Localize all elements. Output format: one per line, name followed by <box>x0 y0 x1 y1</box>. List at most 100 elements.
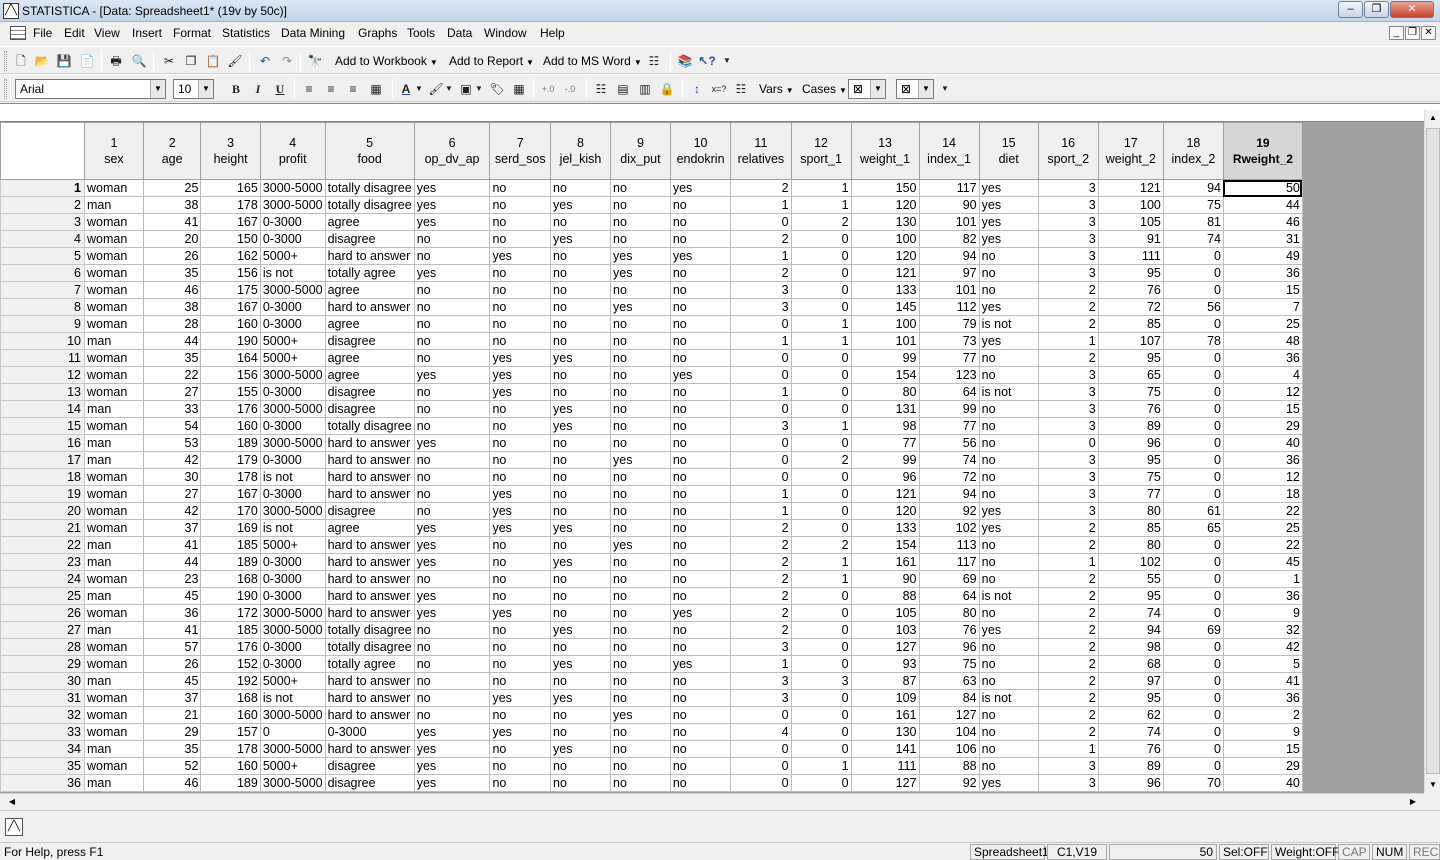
data-cell[interactable]: 2 <box>730 570 792 588</box>
all-specs-icon[interactable]: ▤ <box>614 80 632 98</box>
data-cell[interactable]: woman <box>83 468 144 486</box>
data-cell[interactable]: 0 <box>790 502 852 520</box>
data-cell[interactable]: 1 <box>790 757 852 775</box>
data-cell[interactable]: 3000-5000 <box>259 604 326 622</box>
data-cell[interactable]: no <box>669 638 732 656</box>
data-cell[interactable]: no <box>978 281 1039 299</box>
data-cell[interactable]: 0-3000 <box>259 230 326 248</box>
menu-help[interactable]: Help <box>540 26 565 40</box>
data-cell[interactable]: 87 <box>850 672 920 690</box>
data-cell[interactable]: 46 <box>142 774 202 792</box>
data-cell[interactable]: woman <box>83 298 144 316</box>
mdi-restore-button[interactable]: ❐ <box>1405 26 1420 40</box>
data-cell[interactable]: 45 <box>142 587 202 605</box>
data-cell[interactable]: no <box>550 723 611 741</box>
data-cell[interactable]: no <box>978 366 1039 384</box>
row-header[interactable]: 13 <box>0 383 85 401</box>
data-cell[interactable]: 75 <box>1097 468 1164 486</box>
data-cell[interactable]: 3 <box>730 638 792 656</box>
data-cell[interactable]: yes <box>550 349 611 367</box>
row-header[interactable]: 20 <box>0 502 85 520</box>
data-cell[interactable]: no <box>413 383 491 401</box>
row-header[interactable]: 30 <box>0 672 85 690</box>
data-cell[interactable]: no <box>610 281 671 299</box>
corner-cell[interactable] <box>0 122 85 180</box>
data-cell[interactable]: 95 <box>1097 264 1164 282</box>
data-cell[interactable]: yes <box>978 213 1039 231</box>
data-cell[interactable]: 127 <box>850 774 920 792</box>
column-header-19[interactable]: 19 Rweight_2 <box>1222 122 1303 180</box>
data-cell[interactable]: no <box>489 740 552 758</box>
data-cell[interactable]: 0 <box>790 621 852 639</box>
data-cell[interactable]: 117 <box>918 179 980 197</box>
data-cell[interactable]: 7 <box>1222 298 1303 316</box>
column-header-13[interactable]: 13 weight_1 <box>850 122 920 180</box>
data-cell[interactable]: 62 <box>1097 706 1164 724</box>
data-cell[interactable]: 3 <box>1037 213 1099 231</box>
data-cell[interactable]: yes <box>550 417 611 435</box>
data-cell[interactable]: woman <box>83 281 144 299</box>
data-cell[interactable]: hard to answer <box>324 587 415 605</box>
data-cell[interactable]: disagree <box>324 774 415 792</box>
data-cell[interactable]: 2 <box>730 587 792 605</box>
data-cell[interactable]: 69 <box>1162 621 1224 639</box>
data-cell[interactable]: 89 <box>1097 417 1164 435</box>
data-cell[interactable]: woman <box>83 417 144 435</box>
data-cell[interactable]: totally disagree <box>324 179 415 197</box>
data-cell[interactable]: 1 <box>1222 570 1303 588</box>
data-cell[interactable]: 0 <box>1162 264 1224 282</box>
data-cell[interactable]: 35 <box>142 349 202 367</box>
fill-color-icon[interactable]: 🖌 <box>427 80 445 98</box>
chevron-down-icon[interactable]: ▼ <box>444 80 454 98</box>
data-cell[interactable]: hard to answer <box>324 451 415 469</box>
data-cell[interactable]: 111 <box>850 757 920 775</box>
data-cell[interactable]: no <box>978 536 1039 554</box>
data-cell[interactable]: 1 <box>790 417 852 435</box>
data-cell[interactable]: 97 <box>1097 672 1164 690</box>
data-cell[interactable]: 157 <box>200 723 261 741</box>
data-cell[interactable]: yes <box>489 723 552 741</box>
data-cell[interactable]: no <box>489 264 552 282</box>
minimize-button[interactable]: – <box>1338 1 1363 18</box>
data-cell[interactable]: is not <box>978 689 1039 707</box>
data-cell[interactable]: yes <box>489 519 552 537</box>
data-cell[interactable]: 3 <box>1037 400 1099 418</box>
menu-window[interactable]: Window <box>484 26 527 40</box>
data-cell[interactable]: yes <box>413 366 491 384</box>
data-cell[interactable]: no <box>489 536 552 554</box>
data-cell[interactable]: 37 <box>142 689 202 707</box>
data-cell[interactable]: 0 <box>790 689 852 707</box>
data-cell[interactable]: 0 <box>790 400 852 418</box>
data-cell[interactable]: no <box>489 196 552 214</box>
data-cell[interactable]: 96 <box>1097 774 1164 792</box>
data-cell[interactable]: hard to answer <box>324 247 415 265</box>
data-cell[interactable]: no <box>669 536 732 554</box>
data-cell[interactable]: 0 <box>790 638 852 656</box>
data-cell[interactable]: no <box>413 451 491 469</box>
data-cell[interactable]: no <box>669 298 732 316</box>
data-cell[interactable]: no <box>489 774 552 792</box>
data-cell[interactable]: no <box>550 468 611 486</box>
data-cell[interactable]: 0 <box>1162 587 1224 605</box>
data-cell[interactable]: no <box>413 298 491 316</box>
data-cell[interactable]: 74 <box>1097 604 1164 622</box>
data-cell[interactable]: 95 <box>1097 451 1164 469</box>
data-cell[interactable]: 0 <box>1162 638 1224 656</box>
data-cell[interactable]: 30 <box>142 468 202 486</box>
data-cell[interactable]: 185 <box>200 621 261 639</box>
row-header[interactable]: 16 <box>0 434 85 452</box>
pdf-icon[interactable]: 📄 <box>78 52 96 70</box>
data-cell[interactable]: 35 <box>142 264 202 282</box>
data-cell[interactable]: yes <box>550 196 611 214</box>
data-cell[interactable]: no <box>978 468 1039 486</box>
data-cell[interactable]: 84 <box>918 689 980 707</box>
data-cell[interactable]: 121 <box>1097 179 1164 197</box>
data-cell[interactable]: 101 <box>850 332 920 350</box>
data-cell[interactable]: 3000-5000 <box>259 621 326 639</box>
data-cell[interactable]: 36 <box>1222 451 1303 469</box>
data-cell[interactable]: 5000+ <box>259 247 326 265</box>
data-cell[interactable]: no <box>669 230 732 248</box>
data-cell[interactable]: 162 <box>200 247 261 265</box>
data-cell[interactable]: 27 <box>142 383 202 401</box>
data-cell[interactable]: woman <box>83 485 144 503</box>
